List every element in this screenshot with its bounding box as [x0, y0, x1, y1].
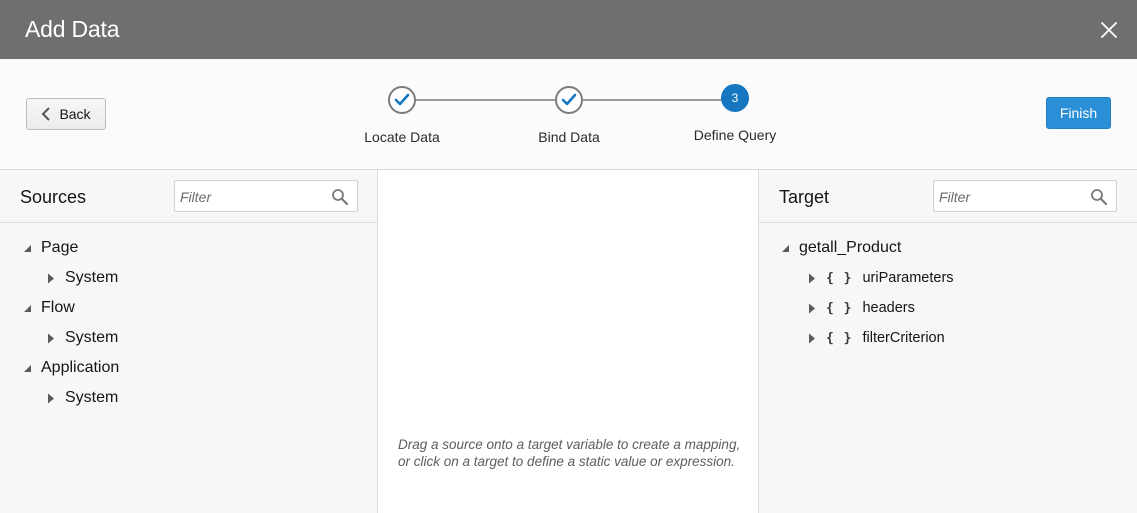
expanded-triangle-icon[interactable] [21, 362, 33, 374]
dialog-title: Add Data [25, 16, 120, 42]
close-button[interactable] [1097, 18, 1121, 42]
tree-item-label: uriParameters [862, 270, 954, 286]
tree-item-application[interactable]: Application [0, 353, 377, 383]
collapsed-triangle-icon[interactable] [806, 332, 818, 344]
checkmark-icon [561, 93, 577, 106]
collapsed-triangle-icon[interactable] [45, 332, 57, 344]
expanded-triangle-icon[interactable] [21, 242, 33, 254]
train-connector-2 [583, 99, 722, 101]
sources-tree: Page System Flow System Application Syst… [0, 233, 377, 413]
tree-item-label: Flow [41, 299, 75, 316]
tree-item-label: headers [862, 300, 915, 316]
sources-panel: Sources Page System Flow [0, 170, 378, 513]
close-icon [1101, 21, 1117, 38]
wizard-header: Back 3 Locate Data Bind Data Define Quer… [0, 59, 1137, 170]
target-header: Target [759, 170, 1137, 223]
tree-item-label: Page [41, 239, 79, 256]
tree-item-page-system[interactable]: System [0, 263, 377, 293]
target-filter [933, 180, 1117, 212]
target-panel: Target getall_Product { } uriParameters [759, 170, 1137, 513]
search-icon[interactable] [331, 188, 349, 206]
chevron-left-icon [42, 107, 51, 121]
expanded-triangle-icon[interactable] [21, 302, 33, 314]
tree-item-page[interactable]: Page [0, 233, 377, 263]
step-label-define-query: Define Query [693, 127, 777, 143]
object-icon: { } [826, 300, 853, 316]
back-button-label: Back [59, 106, 91, 122]
step-label-locate-data: Locate Data [364, 129, 440, 145]
target-filter-input[interactable] [939, 187, 1079, 207]
back-button[interactable]: Back [26, 98, 106, 130]
step-locate-data[interactable] [388, 86, 416, 114]
step-bind-data[interactable] [555, 86, 583, 114]
tree-item-filtercriterion[interactable]: { } filterCriterion [759, 323, 1137, 353]
collapsed-triangle-icon[interactable] [45, 272, 57, 284]
collapsed-triangle-icon[interactable] [806, 302, 818, 314]
sources-filter [174, 180, 358, 212]
checkmark-icon [394, 93, 410, 106]
tree-item-label: getall_Product [799, 239, 902, 256]
tree-item-getall-product[interactable]: getall_Product [759, 233, 1137, 263]
tree-item-label: System [65, 389, 119, 406]
collapsed-triangle-icon[interactable] [806, 272, 818, 284]
collapsed-triangle-icon[interactable] [45, 392, 57, 404]
target-title: Target [779, 187, 830, 207]
sources-filter-input[interactable] [180, 187, 320, 207]
dialog-titlebar: Add Data [0, 0, 1137, 59]
mapping-hint: Drag a source onto a target variable to … [398, 437, 741, 469]
step-define-query[interactable]: 3 [721, 84, 749, 112]
object-icon: { } [826, 270, 853, 286]
tree-item-label: filterCriterion [862, 330, 945, 346]
mapping-panel[interactable]: Drag a source onto a target variable to … [378, 170, 759, 513]
step-number: 3 [731, 91, 739, 105]
step-label-bind-data: Bind Data [538, 129, 600, 145]
tree-item-application-system[interactable]: System [0, 383, 377, 413]
train-connector-1 [416, 99, 556, 101]
tree-item-uriparameters[interactable]: { } uriParameters [759, 263, 1137, 293]
target-tree: getall_Product { } uriParameters { } hea… [759, 233, 1137, 353]
tree-item-flow-system[interactable]: System [0, 323, 377, 353]
finish-button[interactable]: Finish [1046, 97, 1111, 129]
tree-item-label: System [65, 269, 119, 286]
sources-title: Sources [20, 187, 87, 207]
tree-item-flow[interactable]: Flow [0, 293, 377, 323]
object-icon: { } [826, 330, 853, 346]
tree-item-headers[interactable]: { } headers [759, 293, 1137, 323]
tree-item-label: Application [41, 359, 120, 376]
tree-item-label: System [65, 329, 119, 346]
expanded-triangle-icon[interactable] [779, 242, 791, 254]
sources-header: Sources [0, 170, 377, 223]
search-icon[interactable] [1090, 188, 1108, 206]
